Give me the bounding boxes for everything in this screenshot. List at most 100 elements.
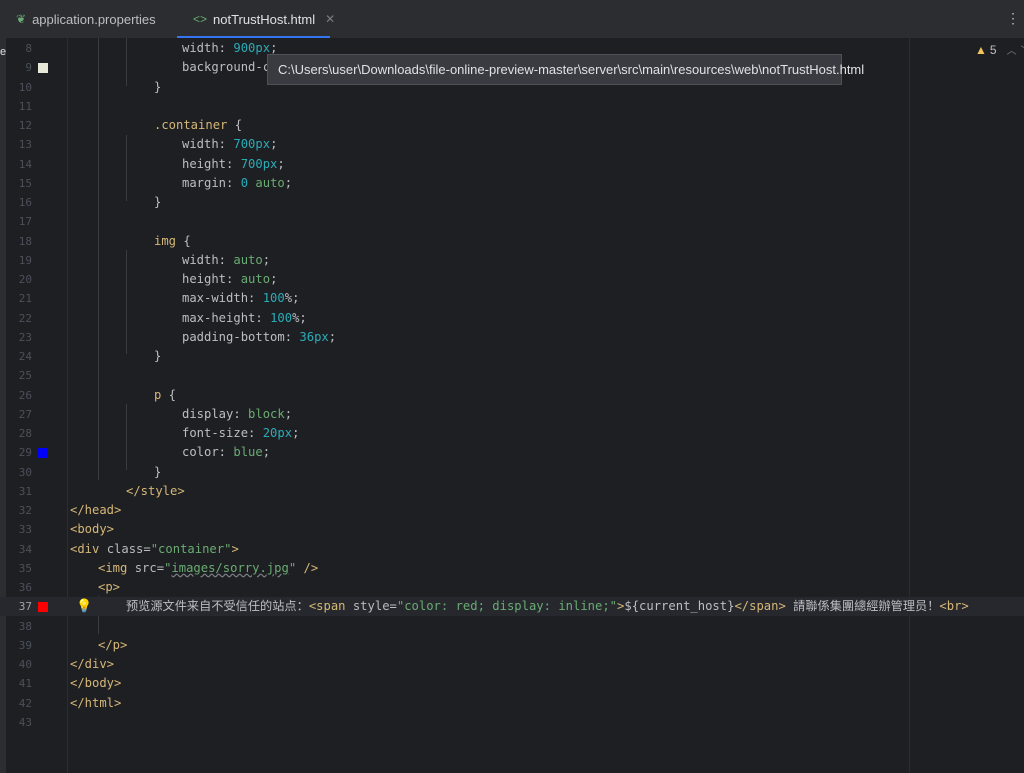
color-swatch-icon[interactable]: [38, 63, 48, 74]
code-text[interactable]: .container {: [154, 116, 242, 135]
code-text[interactable]: }: [154, 78, 161, 97]
code-line-30[interactable]: 30}: [0, 463, 1024, 482]
code-text[interactable]: </head>: [70, 501, 121, 520]
code-text[interactable]: p {: [154, 386, 176, 405]
code-text[interactable]: }: [154, 463, 161, 482]
code-text[interactable]: font-size: 20px;: [182, 424, 299, 443]
code-text[interactable]: <body>: [70, 520, 114, 539]
code-line-18[interactable]: 18 img {: [0, 232, 1024, 251]
code-line-25[interactable]: 25: [0, 366, 1024, 385]
code-line-31[interactable]: 31 </style>: [0, 482, 1024, 501]
code-text[interactable]: </div>: [70, 655, 114, 674]
code-text[interactable]: }: [154, 347, 161, 366]
color-swatch-icon[interactable]: [38, 448, 48, 459]
line-number[interactable]: 19: [6, 251, 32, 270]
code-line-39[interactable]: 39 </p>: [0, 636, 1024, 655]
line-number[interactable]: 20: [6, 270, 32, 289]
code-line-12[interactable]: 12 .container {: [0, 116, 1024, 135]
inspection-widget[interactable]: ▲ 5 ︿ ﹀: [975, 42, 1024, 58]
code-line-22[interactable]: 22 max-height: 100%;: [0, 309, 1024, 328]
code-text[interactable]: </body>: [70, 674, 121, 693]
code-line-41[interactable]: 41 </body>: [0, 674, 1024, 693]
line-number[interactable]: 27: [6, 405, 32, 424]
line-number[interactable]: 14: [6, 155, 32, 174]
code-line-17[interactable]: 17: [0, 212, 1024, 231]
code-text[interactable]: color: blue;: [182, 443, 270, 462]
code-line-13[interactable]: 13 width: 700px;: [0, 135, 1024, 154]
code-text[interactable]: padding-bottom: 36px;: [182, 328, 336, 347]
line-number[interactable]: 39: [6, 636, 32, 655]
code-line-34[interactable]: 34 <div class="container">: [0, 540, 1024, 559]
line-number[interactable]: 40: [6, 655, 32, 674]
code-text[interactable]: max-width: 100%;: [182, 289, 299, 308]
line-number[interactable]: 33: [6, 520, 32, 539]
line-number[interactable]: 10: [6, 78, 32, 97]
line-number[interactable]: 26: [6, 386, 32, 405]
code-text[interactable]: width: 900px;: [182, 39, 277, 58]
line-number[interactable]: 21: [6, 289, 32, 308]
line-number[interactable]: 23: [6, 328, 32, 347]
code-text[interactable]: }: [154, 193, 161, 212]
code-text[interactable]: display: block;: [182, 405, 292, 424]
code-line-37[interactable]: 37 💡 预览源文件来自不受信任的站点：<span style="color: re…: [0, 597, 1024, 617]
code-line-15[interactable]: 15 margin: 0 auto;: [0, 174, 1024, 193]
line-number[interactable]: 42: [6, 694, 32, 713]
code-text[interactable]: </html>: [70, 694, 121, 713]
code-line-40[interactable]: 40 </div>: [0, 655, 1024, 674]
chevron-up-icon[interactable]: ︿: [1007, 42, 1017, 57]
code-line-21[interactable]: 21 max-width: 100%;: [0, 289, 1024, 308]
code-line-32[interactable]: 32 </head>: [0, 501, 1024, 520]
code-text[interactable]: width: auto;: [182, 251, 270, 270]
code-text[interactable]: height: auto;: [182, 270, 277, 289]
code-line-33[interactable]: 33 <body>: [0, 520, 1024, 539]
code-line-28[interactable]: 28 font-size: 20px;: [0, 424, 1024, 443]
code-line-16[interactable]: 16}: [0, 193, 1024, 212]
tab-application-properties[interactable]: ❦ application.properties: [0, 0, 172, 38]
line-number[interactable]: 41: [6, 674, 32, 693]
code-line-23[interactable]: 23 padding-bottom: 36px;: [0, 328, 1024, 347]
code-text[interactable]: margin: 0 auto;: [182, 174, 292, 193]
code-text[interactable]: </style>: [126, 482, 185, 501]
code-line-38[interactable]: 38: [0, 617, 1024, 636]
line-number[interactable]: 32: [6, 501, 32, 520]
tab-nottrusthost-html[interactable]: <> notTrustHost.html ✕: [177, 0, 335, 38]
line-number[interactable]: 17: [6, 212, 32, 231]
line-number[interactable]: 13: [6, 135, 32, 154]
code-text[interactable]: <div class="container">: [70, 540, 239, 559]
code-text[interactable]: </p>: [98, 636, 127, 655]
line-number[interactable]: 28: [6, 424, 32, 443]
line-number[interactable]: 8: [6, 39, 32, 58]
code-text[interactable]: height: 700px;: [182, 155, 285, 174]
line-number[interactable]: 9: [6, 58, 32, 77]
code-line-20[interactable]: 20 height: auto;: [0, 270, 1024, 289]
code-line-43[interactable]: 43: [0, 713, 1024, 732]
lightbulb-icon[interactable]: 💡: [76, 598, 92, 615]
line-number[interactable]: 43: [6, 713, 32, 732]
line-number[interactable]: 15: [6, 174, 32, 193]
line-number[interactable]: 24: [6, 347, 32, 366]
line-number[interactable]: 11: [6, 97, 32, 116]
code-text[interactable]: width: 700px;: [182, 135, 277, 154]
code-text[interactable]: 预览源文件来自不受信任的站点：<span style="color: red; …: [126, 597, 969, 616]
line-number[interactable]: 36: [6, 578, 32, 597]
code-line-26[interactable]: 26 p {: [0, 386, 1024, 405]
line-number[interactable]: 25: [6, 366, 32, 385]
code-text[interactable]: img {: [154, 232, 191, 251]
breakpoint-icon[interactable]: [38, 602, 48, 613]
line-number[interactable]: 12: [6, 116, 32, 135]
code-line-42[interactable]: 42 </html>: [0, 694, 1024, 713]
line-number[interactable]: 16: [6, 193, 32, 212]
code-line-36[interactable]: 36 <p>: [0, 578, 1024, 597]
code-line-19[interactable]: 19 width: auto;: [0, 251, 1024, 270]
code-line-29[interactable]: 29 color: blue;: [0, 443, 1024, 462]
code-line-35[interactable]: 35 <img src="images/sorry.jpg" />: [0, 559, 1024, 578]
close-icon[interactable]: ✕: [325, 12, 335, 26]
code-text[interactable]: <p>: [98, 578, 120, 597]
code-text[interactable]: <img src="images/sorry.jpg" />: [98, 559, 318, 578]
line-number[interactable]: 38: [6, 617, 32, 636]
line-number[interactable]: 18: [6, 232, 32, 251]
line-number[interactable]: 30: [6, 463, 32, 482]
line-number[interactable]: 29: [6, 443, 32, 462]
code-line-24[interactable]: 24}: [0, 347, 1024, 366]
code-line-14[interactable]: 14 height: 700px;: [0, 155, 1024, 174]
